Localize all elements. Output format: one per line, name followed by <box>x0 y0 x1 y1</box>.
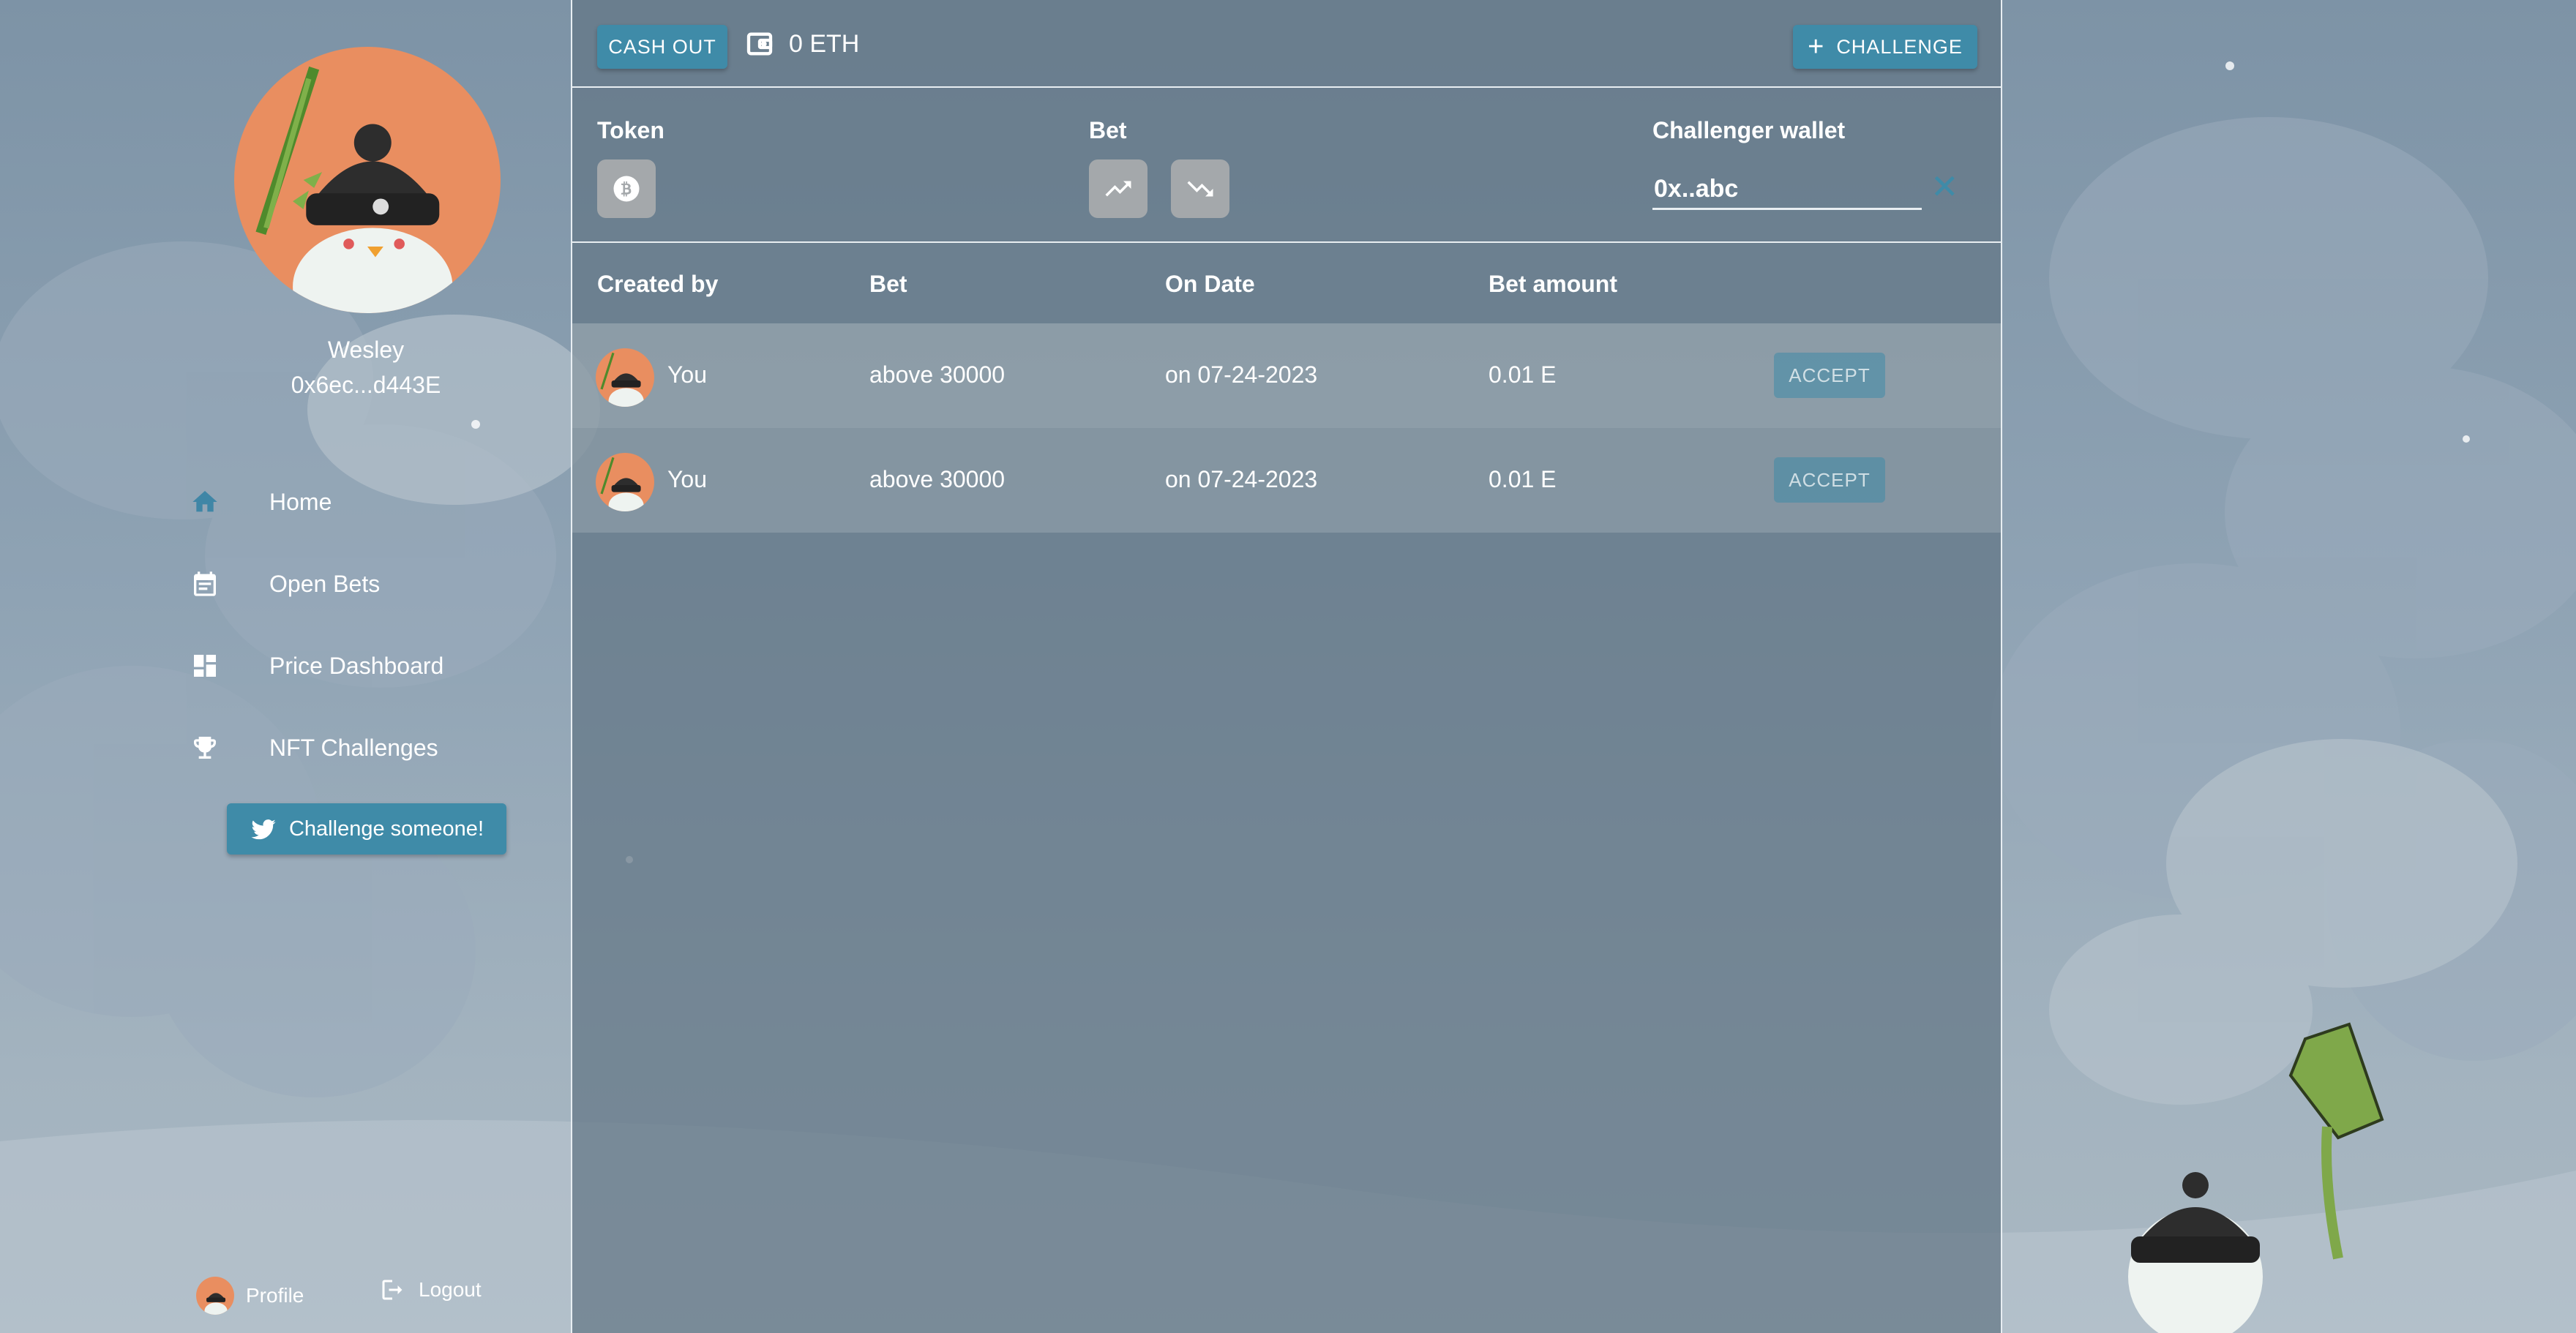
amount-cell: 0.01 E <box>1489 361 1557 388</box>
column-created-by: Created by <box>597 271 719 297</box>
bet-down-toggle[interactable] <box>1171 159 1229 218</box>
main-panel: CASH OUT 0 ETH + CHALLENGE Token Bet Cha… <box>571 0 2002 1333</box>
sidebar-item-label: Open Bets <box>269 570 381 597</box>
sidebar-item-nft-challenges[interactable]: NFT Challenges <box>183 707 443 789</box>
profile-avatar <box>196 1277 234 1315</box>
bet-filter-label: Bet <box>1089 117 1127 143</box>
table-row: You above 30000 on 07-24-2023 0.01 E ACC… <box>572 323 2001 428</box>
table-row: You above 30000 on 07-24-2023 0.01 E ACC… <box>572 428 2001 533</box>
challenge-someone-button[interactable]: Challenge someone! <box>227 803 506 855</box>
challenger-wallet-input[interactable] <box>1652 170 1922 210</box>
challenger-wallet-label: Challenger wallet <box>1652 117 1846 143</box>
sidebar-item-label: NFT Challenges <box>269 734 438 761</box>
balance-value: 0 ETH <box>789 29 860 58</box>
plus-icon: + <box>1808 31 1825 62</box>
dashboard-icon <box>183 644 227 688</box>
trophy-icon <box>183 726 227 770</box>
user-avatar[interactable] <box>234 47 501 313</box>
logout-label: Logout <box>419 1278 482 1301</box>
accept-button[interactable]: ACCEPT <box>1774 457 1885 503</box>
amount-cell: 0.01 E <box>1489 466 1557 492</box>
sidebar: Wesley 0x6ec...d443E Home Open Bets Pric… <box>0 0 571 1333</box>
date-cell: on 07-24-2023 <box>1165 361 1318 388</box>
created-by-cell: You <box>667 466 707 492</box>
profile-label: Profile <box>246 1284 304 1307</box>
sidebar-nav: Home Open Bets Price Dashboard NFT Chall… <box>183 461 443 789</box>
sidebar-item-open-bets[interactable]: Open Bets <box>183 543 443 625</box>
profile-link[interactable]: Profile <box>196 1277 304 1315</box>
bet-up-toggle[interactable] <box>1089 159 1147 218</box>
column-bet-amount: Bet amount <box>1489 271 1617 297</box>
filter-bar: Token Bet Challenger wallet ✕ <box>572 88 2001 243</box>
calendar-icon <box>183 562 227 606</box>
sidebar-item-label: Price Dashboard <box>269 652 444 679</box>
token-filter-label: Token <box>597 117 664 143</box>
sidebar-item-home[interactable]: Home <box>183 461 443 543</box>
home-icon <box>183 480 227 524</box>
challenge-label: CHALLENGE <box>1836 35 1963 58</box>
sidebar-item-label: Home <box>269 488 332 515</box>
trending-down-icon <box>1187 181 1213 197</box>
challenge-someone-label: Challenge someone! <box>288 816 484 841</box>
cash-out-button[interactable]: CASH OUT <box>597 25 727 69</box>
trending-up-icon <box>1105 181 1131 197</box>
twitter-icon <box>251 819 276 840</box>
column-on-date: On Date <box>1165 271 1255 297</box>
top-bar: CASH OUT 0 ETH + CHALLENGE <box>572 0 2001 88</box>
clear-wallet-icon[interactable]: ✕ <box>1931 167 1959 206</box>
wallet-icon <box>746 32 773 56</box>
accept-button[interactable]: ACCEPT <box>1774 353 1885 398</box>
bets-table-header: Created by Bet On Date Bet amount <box>572 243 2001 323</box>
wallet-balance: 0 ETH <box>745 29 859 59</box>
bet-cell: above 30000 <box>869 361 1006 388</box>
creator-avatar <box>596 453 654 511</box>
creator-avatar <box>596 348 654 407</box>
date-cell: on 07-24-2023 <box>1165 466 1318 492</box>
bitcoin-token-toggle[interactable] <box>597 159 656 218</box>
logout-link[interactable]: Logout <box>379 1277 482 1303</box>
created-by-cell: You <box>667 361 707 388</box>
sidebar-item-price-dashboard[interactable]: Price Dashboard <box>183 625 443 707</box>
bet-cell: above 30000 <box>869 466 1006 492</box>
logout-icon <box>382 1280 402 1300</box>
column-bet: Bet <box>869 271 907 297</box>
bitcoin-icon <box>613 176 640 202</box>
create-challenge-button[interactable]: + CHALLENGE <box>1793 25 1977 69</box>
